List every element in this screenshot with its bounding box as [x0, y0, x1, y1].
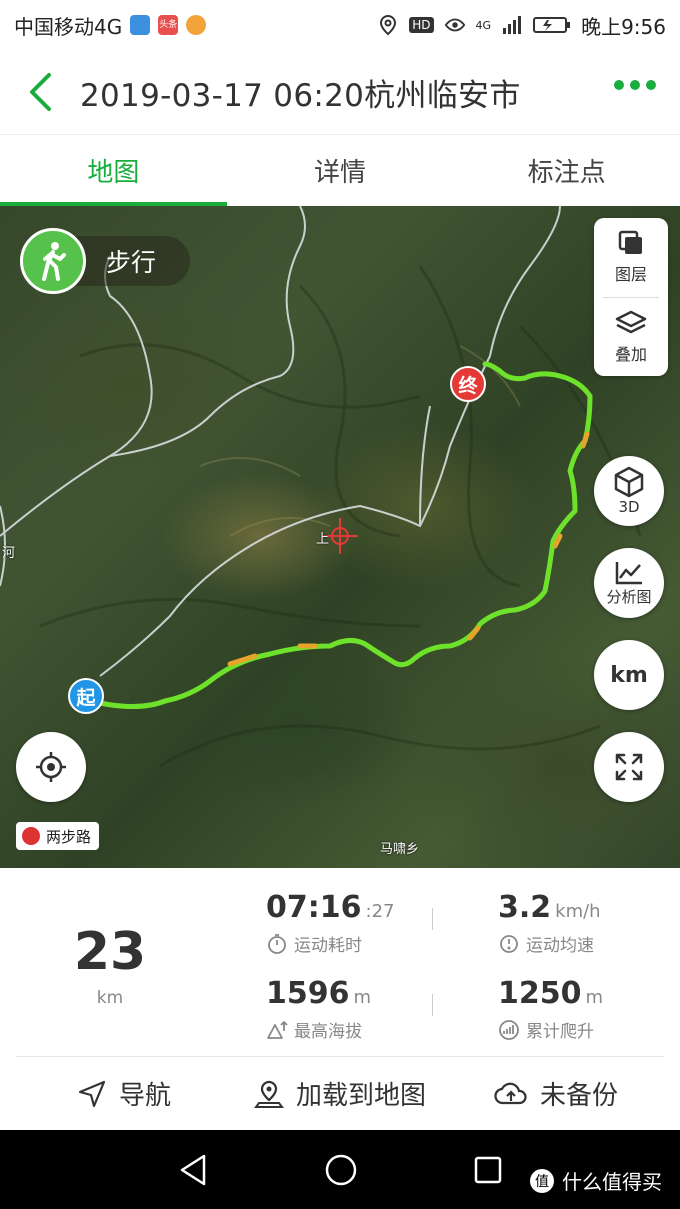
terrain-overlay: [0, 206, 642, 768]
dot-icon: [646, 80, 656, 90]
watermark-text: 什么值得买: [562, 1170, 662, 1194]
stopwatch-icon: [268, 933, 286, 954]
page-title: 2019-03-17 06:20杭州临安市: [80, 77, 521, 114]
stats-panel: 23 km 07:16:27 运动耗时 3.2 km/h 运动均速 1596 m 最…: [0, 868, 680, 1056]
locate-me-button[interactable]: [16, 732, 86, 802]
eye-icon: [444, 18, 465, 32]
3d-button[interactable]: 3D: [594, 456, 664, 526]
line-chart-icon: [615, 561, 642, 584]
clock: 晚上9:56: [581, 14, 666, 39]
network-type: 4G: [475, 18, 492, 32]
max-altitude-unit: m: [353, 987, 372, 1008]
analysis-label: 分析图: [606, 587, 652, 606]
climb-chart-icon: [499, 1019, 519, 1040]
avg-speed-label: 运动均速: [526, 936, 594, 956]
tab-map[interactable]: 地图: [0, 135, 227, 206]
tab-details[interactable]: 详情: [227, 135, 454, 206]
overlay-label: 叠加: [614, 344, 647, 364]
km-marker-button[interactable]: km: [594, 640, 664, 710]
duration-seconds: :27: [365, 901, 395, 922]
dot-icon: [614, 80, 624, 90]
duration-value: 07:16: [266, 890, 362, 925]
activity-mode-chip[interactable]: 步行: [20, 228, 191, 294]
load-to-map-button[interactable]: 加载到地图: [232, 1075, 448, 1112]
total-climb-stat: 1250 m 累计爬升: [498, 976, 680, 1042]
total-climb-label: 累计爬升: [526, 1022, 594, 1042]
battery-icon: [533, 17, 571, 33]
layers-button[interactable]: 图层: [594, 218, 668, 297]
shield-icon: [130, 15, 151, 35]
divider: [432, 908, 433, 930]
duration-stat: 07:16:27 运动耗时: [266, 890, 466, 956]
more-options-button[interactable]: [614, 80, 656, 90]
tab-waypoints[interactable]: 标注点: [453, 135, 680, 206]
watermark-logo-icon: 值: [530, 1168, 554, 1193]
navigation-arrow-icon: [78, 1080, 106, 1107]
map-pin-icon: [253, 1080, 284, 1108]
duration-label: 运动耗时: [294, 936, 362, 956]
compass-logo-icon: [22, 827, 40, 845]
distance-value: 23: [73, 922, 147, 982]
backup-button[interactable]: 未备份: [448, 1075, 664, 1112]
back-triangle-icon[interactable]: [177, 1153, 209, 1187]
total-climb-unit: m: [585, 987, 604, 1008]
place-label: 河: [2, 546, 16, 561]
navigate-label: 导航: [118, 1081, 171, 1111]
total-climb-value: 1250: [498, 976, 582, 1011]
layers-label: 图层: [614, 265, 647, 285]
avg-speed-stat: 3.2 km/h 运动均速: [498, 890, 680, 956]
route-start-marker[interactable]: 起: [68, 678, 104, 714]
chevron-left-icon: [30, 73, 51, 111]
avg-speed-unit: km/h: [555, 901, 601, 922]
cube-icon: [614, 466, 644, 498]
divider: [432, 994, 433, 1016]
app-logo-label: 两步路: [46, 827, 92, 846]
action-bar: 导航 加载到地图 未备份: [16, 1056, 664, 1130]
stack-icon: [615, 310, 647, 333]
home-circle-icon[interactable]: [324, 1153, 358, 1187]
max-altitude-label: 最高海拔: [294, 1022, 362, 1042]
analysis-chart-button[interactable]: 分析图: [594, 548, 664, 618]
route-end-marker[interactable]: 终: [450, 366, 486, 402]
3d-label: 3D: [618, 498, 640, 516]
navigate-button[interactable]: 导航: [16, 1075, 232, 1112]
title-bar: 2019-03-17 06:20杭州临安市: [0, 50, 680, 134]
map-view[interactable]: 步行 图层 叠加 3D 分析图 km 起 终 马啸乡 上 河 两步路: [0, 206, 680, 868]
overlay-button[interactable]: 叠加: [594, 298, 668, 377]
back-button[interactable]: [0, 50, 80, 134]
cloud-upload-icon: [494, 1082, 527, 1104]
speedometer-icon: [500, 934, 518, 953]
place-label: 上: [316, 532, 330, 547]
carrier-label: 中国移动4G: [14, 14, 123, 39]
load-to-map-label: 加载到地图: [295, 1081, 426, 1111]
watermark: 值 什么值得买: [530, 1166, 662, 1195]
coin-icon: [186, 15, 207, 35]
recents-square-icon[interactable]: [473, 1155, 503, 1185]
backup-label: 未备份: [539, 1081, 618, 1111]
avg-speed-value: 3.2: [498, 890, 552, 925]
max-altitude-stat: 1596 m 最高海拔: [266, 976, 466, 1042]
dot-icon: [630, 80, 640, 90]
signal-icon: [503, 16, 522, 34]
crosshair-locate-icon: [36, 752, 66, 782]
walking-person-icon: [20, 228, 86, 294]
layers-copy-icon: [618, 231, 642, 255]
max-altitude-value: 1596: [266, 976, 350, 1011]
expand-icon: [615, 753, 643, 781]
hd-icon: HD: [409, 17, 434, 33]
app-logo-chip: 两步路: [16, 822, 100, 850]
layer-panel: 图层 叠加: [594, 218, 668, 376]
tab-bar: 地图 详情 标注点: [0, 134, 680, 206]
distance-unit: km: [96, 988, 124, 1008]
fullscreen-button[interactable]: [594, 732, 664, 802]
place-label: 马啸乡: [380, 842, 420, 857]
system-nav-bar: 值 什么值得买: [0, 1130, 680, 1209]
mountain-peak-icon: [267, 1020, 288, 1039]
status-bar: 中国移动4G 头条 HD 4G 晚上9:56: [0, 0, 680, 50]
news-badge-icon: 头条: [158, 15, 179, 35]
location-icon: [380, 14, 397, 36]
km-label: km: [610, 662, 648, 688]
